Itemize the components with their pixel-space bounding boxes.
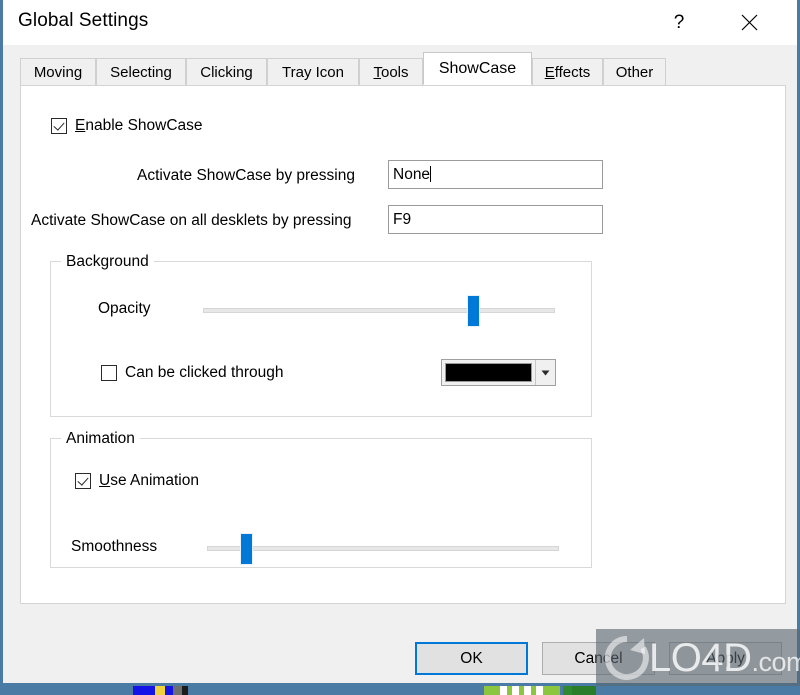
tab-other[interactable]: Other	[603, 58, 666, 85]
click-through-checkbox[interactable]: Can be clicked through	[101, 364, 284, 382]
desktop-icon-fragment	[173, 686, 182, 695]
cancel-button-label: Cancel	[574, 649, 623, 667]
animation-group-title: Animation	[61, 430, 140, 448]
question-mark-icon: ?	[673, 11, 685, 33]
window-title: Global Settings	[18, 10, 149, 31]
opacity-label: Opacity	[98, 300, 151, 317]
apply-button[interactable]: Apply	[669, 642, 782, 675]
desktop-icon-fragment	[524, 686, 531, 695]
enable-showcase-label: Enable ShowCase	[75, 117, 203, 134]
global-settings-dialog: Global Settings ? Moving Selecting Click…	[0, 0, 800, 686]
apply-button-label: Apply	[706, 649, 745, 667]
desktop-icon-fragment	[165, 686, 173, 695]
checkbox-box	[101, 365, 117, 381]
desktop-icon-fragment	[133, 686, 155, 695]
close-icon	[741, 14, 758, 31]
tab-tray-icon[interactable]: Tray Icon	[267, 58, 359, 85]
opacity-slider-thumb[interactable]	[467, 295, 480, 327]
tab-label: Clicking	[200, 63, 253, 81]
desktop-icon-fragment	[182, 686, 188, 695]
background-group-title: Background	[61, 253, 154, 271]
checkbox-box	[75, 473, 91, 489]
background-groupbox	[50, 261, 592, 417]
tab-effects[interactable]: Effects	[532, 58, 603, 85]
desktop-icon-fragment	[572, 686, 596, 695]
tab-label: Effects	[544, 63, 591, 81]
ok-button-label: OK	[460, 649, 483, 667]
desktop-taskbar-strip	[0, 686, 800, 695]
desktop-icon-fragment	[536, 686, 543, 695]
desktop-icon-fragment	[563, 686, 572, 695]
desktop-icon-fragment	[500, 686, 507, 695]
help-button[interactable]: ?	[656, 0, 702, 45]
tab-clicking[interactable]: Clicking	[186, 58, 267, 85]
showcase-tab-panel: Enable ShowCase Activate ShowCase by pre…	[20, 85, 786, 604]
desktop-icon-fragment	[155, 686, 165, 695]
tab-label: Tray Icon	[282, 63, 344, 81]
activate-key-value: None	[393, 166, 431, 183]
click-through-label: Can be clicked through	[125, 364, 284, 381]
activate-all-key-input[interactable]: F9	[388, 205, 603, 234]
tab-label: Other	[615, 63, 654, 81]
tab-label: ShowCase	[438, 59, 517, 77]
tab-selecting[interactable]: Selecting	[96, 58, 186, 85]
color-swatch	[445, 363, 532, 382]
close-button[interactable]	[726, 0, 772, 45]
chevron-down-icon[interactable]	[535, 360, 555, 385]
use-animation-checkbox[interactable]: Use Animation	[75, 472, 199, 490]
smoothness-label: Smoothness	[71, 538, 158, 555]
smoothness-slider-thumb[interactable]	[240, 533, 253, 565]
activate-all-key-value: F9	[393, 211, 412, 228]
desktop-icon-fragment	[512, 686, 519, 695]
activate-all-key-label: Activate ShowCase on all desklets by pre…	[31, 212, 352, 229]
smoothness-slider-track[interactable]	[207, 546, 559, 551]
text-caret	[430, 166, 432, 182]
background-color-dropdown[interactable]	[441, 359, 556, 386]
use-animation-label: Use Animation	[99, 472, 199, 489]
tab-label: Selecting	[110, 63, 172, 81]
ok-button[interactable]: OK	[415, 642, 528, 675]
activate-key-label: Activate ShowCase by pressing	[137, 167, 355, 184]
tab-moving[interactable]: Moving	[20, 58, 96, 85]
tab-tools[interactable]: Tools	[359, 58, 423, 85]
opacity-slider-track[interactable]	[203, 308, 555, 313]
enable-showcase-checkbox[interactable]: Enable ShowCase	[51, 117, 203, 135]
title-bar: Global Settings ?	[3, 0, 797, 45]
desktop-icon-fragment	[484, 686, 560, 695]
tab-label: Tools	[373, 63, 409, 81]
tab-showcase[interactable]: ShowCase	[423, 52, 532, 85]
checkbox-box	[51, 118, 67, 134]
cancel-button[interactable]: Cancel	[542, 642, 655, 675]
activate-key-input[interactable]: None	[388, 160, 603, 189]
tab-label: Moving	[33, 63, 83, 81]
